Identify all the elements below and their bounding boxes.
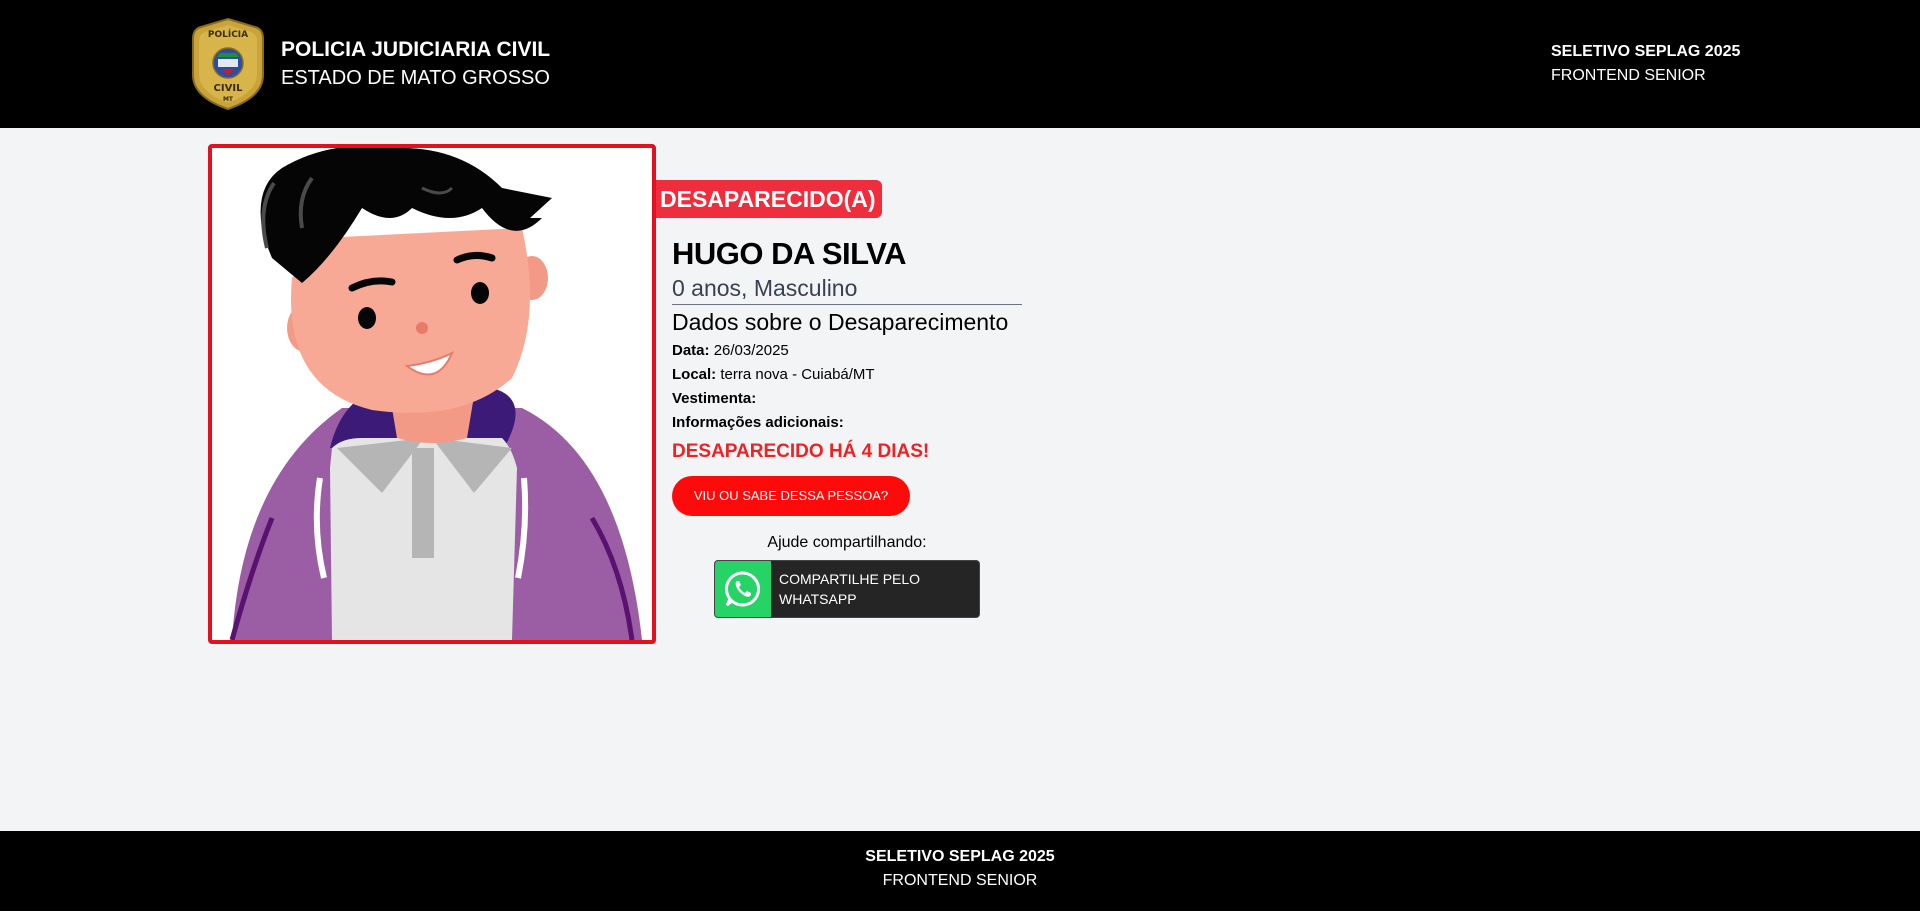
field-clothing-label: Vestimenta: [672, 390, 757, 407]
whatsapp-share-line1: COMPARTILHE PELO [779, 571, 921, 587]
whatsapp-share-text: COMPARTILHE PELO WHATSAPP [771, 561, 971, 617]
footer-project-title: SELETIVO SEPLAG 2025 [865, 848, 1055, 865]
field-location: Local: terra nova - Cuiabá/MT [672, 363, 1022, 387]
field-extra-info: Informações adicionais: [672, 411, 1022, 435]
person-illustration [212, 148, 652, 640]
person-info: HUGO DA SILVA 0 anos, Masculino Dados so… [672, 234, 1022, 467]
brand-text: POLICIA JUDICIARIA CIVIL ESTADO DE MATO … [281, 36, 550, 92]
person-photo [208, 144, 656, 644]
brand-subtitle: ESTADO DE MATO GROSSO [281, 67, 550, 89]
whatsapp-icon-box [715, 561, 771, 617]
status-badge: DESAPARECIDO(A) [656, 180, 882, 218]
share-label: Ajude compartilhando: [767, 534, 927, 551]
whatsapp-share-line2: WHATSAPP [779, 591, 857, 607]
top-header: POLÍCIA CIVIL MT POLICIA JUDICIARIA CIVI… [0, 0, 1920, 128]
field-date-label: Data: [672, 342, 710, 359]
header-project-title: SELETIVO SEPLAG 2025 [1551, 43, 1741, 60]
badge-text-top: POLÍCIA [208, 28, 248, 40]
header-project-info: SELETIVO SEPLAG 2025 FRONTEND SENIOR [1551, 40, 1740, 88]
brand-title: POLICIA JUDICIARIA CIVIL [281, 38, 551, 61]
field-date-value: 26/03/2025 [713, 342, 789, 359]
report-sighting-button[interactable]: VIU OU SABE DESSA PESSOA? [672, 476, 910, 516]
whatsapp-icon [725, 571, 761, 607]
disappearance-section-title: Dados sobre o Desaparecimento [672, 309, 1009, 335]
field-location-label: Local: [672, 366, 717, 383]
field-location-value: terra nova - Cuiabá/MT [720, 366, 875, 383]
person-name: HUGO DA SILVA [672, 236, 907, 271]
footer: SELETIVO SEPLAG 2025 FRONTEND SENIOR [0, 831, 1920, 911]
badge-text-bottom: CIVIL [214, 83, 244, 94]
field-clothing: Vestimenta: [672, 387, 1022, 411]
whatsapp-share-button[interactable]: COMPARTILHE PELO WHATSAPP [714, 560, 980, 618]
badge-text-state: MT [223, 96, 234, 103]
missing-days-alert: DESAPARECIDO HÁ 4 DIAS! [672, 441, 930, 462]
footer-project-role: FRONTEND SENIOR [882, 872, 1038, 889]
police-badge-icon: POLÍCIA CIVIL MT [192, 17, 264, 111]
brand[interactable]: POLÍCIA CIVIL MT POLICIA JUDICIARIA CIVI… [191, 17, 550, 111]
field-extra-info-label: Informações adicionais: [672, 414, 844, 431]
field-date: Data: 26/03/2025 [672, 339, 1022, 363]
person-age-sex: 0 anos, Masculino [672, 274, 1022, 305]
header-project-role: FRONTEND SENIOR [1551, 67, 1706, 84]
